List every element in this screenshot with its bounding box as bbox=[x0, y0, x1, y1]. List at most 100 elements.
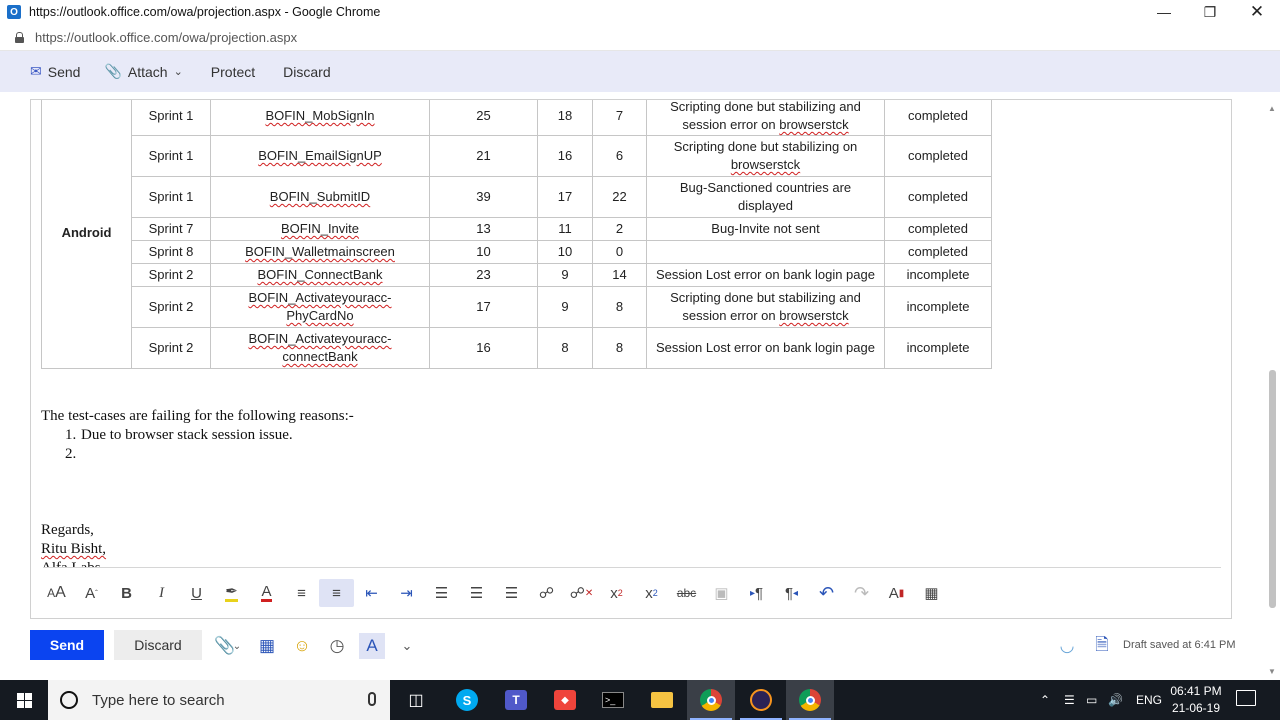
emoji-icon[interactable]: ☺ bbox=[289, 633, 315, 659]
undo-icon[interactable]: ↶ bbox=[809, 579, 844, 607]
ltr-icon[interactable]: ▸ ¶ bbox=[739, 579, 774, 607]
decrease-indent-icon[interactable]: ⇤ bbox=[354, 579, 389, 607]
scroll-down-icon[interactable]: ▼ bbox=[1268, 667, 1276, 676]
network-icon[interactable]: ☰ bbox=[1064, 680, 1075, 720]
total-cell-text: 39 bbox=[476, 189, 491, 204]
scrollbar-thumb[interactable] bbox=[1269, 370, 1276, 608]
clock[interactable]: 06:41 PM 21-06-19 bbox=[1166, 683, 1226, 717]
highlight-icon[interactable]: ✒ bbox=[214, 579, 249, 607]
font-size-icon[interactable]: AA bbox=[39, 579, 74, 607]
message-intro[interactable]: The test-cases are failing for the follo… bbox=[41, 408, 354, 425]
scroll-up-icon[interactable]: ▲ bbox=[1268, 104, 1276, 113]
platform-group-cell: Android bbox=[41, 100, 132, 369]
fail-cell-text: 6 bbox=[615, 148, 624, 163]
chrome-icon-2[interactable] bbox=[786, 680, 834, 720]
start-button[interactable] bbox=[0, 680, 48, 720]
bold-icon[interactable]: B bbox=[109, 579, 144, 607]
skype-icon[interactable]: S bbox=[443, 680, 491, 720]
minimize-icon[interactable]: — bbox=[1141, 0, 1187, 24]
teams-icon[interactable]: T bbox=[492, 680, 540, 720]
calendar-icon[interactable]: ◷ bbox=[324, 633, 350, 659]
draft-status: Draft saved at 6:41 PM bbox=[1123, 639, 1236, 651]
rtl-icon[interactable]: ¶ ◂ bbox=[774, 579, 809, 607]
remarks-line2: session error on bbox=[682, 117, 780, 132]
sprint-cell-text: Sprint 1 bbox=[148, 189, 194, 204]
insert-image-icon[interactable]: ▣ bbox=[704, 579, 739, 607]
format-text-icon[interactable]: A bbox=[359, 633, 385, 659]
insert-picture-icon[interactable]: ▦ bbox=[254, 633, 280, 659]
pass-cell-text: 11 bbox=[558, 221, 572, 236]
redo-icon[interactable]: ↷ bbox=[844, 579, 879, 607]
testcase-name-cell-text: BOFIN_MobSignIn bbox=[265, 108, 375, 123]
send-command[interactable]: ✉ Send bbox=[22, 57, 88, 87]
remarks-line1: Scripting done but stabilizing and bbox=[670, 99, 861, 114]
signer-name[interactable]: Ritu Bisht, bbox=[41, 541, 106, 558]
taskbar-search[interactable]: Type here to search bbox=[48, 680, 390, 720]
anydesk-icon[interactable]: ◆ bbox=[541, 680, 589, 720]
protect-command[interactable]: Protect bbox=[203, 57, 263, 87]
toolbar-divider bbox=[43, 567, 1221, 568]
show-hidden-icons[interactable]: ⌃ bbox=[1040, 680, 1050, 720]
fail-cell-text: 22 bbox=[612, 189, 627, 204]
strikethrough-icon[interactable]: abc bbox=[669, 579, 704, 607]
protect-command-label: Protect bbox=[210, 63, 256, 80]
closing[interactable]: Regards, bbox=[41, 522, 94, 539]
remove-link-icon[interactable]: ☍ ✕ bbox=[564, 579, 599, 607]
chevron-down-icon: ⌄ bbox=[173, 66, 183, 78]
bullets-icon[interactable]: ≡ bbox=[284, 579, 319, 607]
attach-command[interactable]: 📎 Attach ⌄ bbox=[96, 57, 190, 87]
numbering-icon[interactable]: ≡ bbox=[319, 579, 354, 607]
underline-icon[interactable]: U bbox=[179, 579, 214, 607]
address-bar[interactable]: https://outlook.office.com/owa/projectio… bbox=[0, 24, 1280, 51]
subscript-icon[interactable]: x2 bbox=[634, 579, 669, 607]
align-right-icon[interactable]: ☰ bbox=[494, 579, 529, 607]
increase-indent-icon[interactable]: ⇥ bbox=[389, 579, 424, 607]
testcase-name-cell-text: BOFIN_SubmitID bbox=[269, 189, 371, 204]
microphone-icon[interactable] bbox=[368, 692, 376, 706]
terminal-icon[interactable]: >_ bbox=[589, 680, 637, 720]
search-placeholder[interactable]: Type here to search bbox=[92, 692, 225, 709]
total-cell: 13 bbox=[429, 217, 538, 241]
clear-format-icon[interactable]: A ▮ bbox=[879, 579, 914, 607]
remarks-spell-word: browserstck bbox=[730, 157, 801, 172]
language-indicator[interactable]: ENG bbox=[1136, 680, 1162, 720]
table-row: Sprint 8 BOFIN_Walletmainscreen 10 10 0 compl… bbox=[42, 240, 992, 264]
attach-chevron-icon[interactable]: ⌄ bbox=[230, 633, 244, 659]
table-row: Sprint 7 BOFIN_Invite 13 11 2 Bug-Invite not … bbox=[42, 217, 992, 241]
restore-icon[interactable]: ❐ bbox=[1187, 0, 1233, 24]
fail-cell: 14 bbox=[592, 263, 647, 287]
fail-cell-text: 14 bbox=[612, 267, 627, 282]
url-text[interactable]: https://outlook.office.com/owa/projectio… bbox=[35, 30, 297, 45]
font-color-icon[interactable]: A bbox=[249, 579, 284, 607]
chrome-icon[interactable] bbox=[687, 680, 735, 720]
insert-link-icon[interactable]: ☍ bbox=[529, 579, 564, 607]
grow-font-icon[interactable]: Aˆ bbox=[74, 579, 109, 607]
sprint-cell: Sprint 1 bbox=[131, 100, 211, 136]
more-options-icon[interactable]: ⌄ bbox=[394, 633, 420, 659]
eclipse-icon[interactable] bbox=[737, 680, 785, 720]
superscript-icon[interactable]: x2 bbox=[599, 579, 634, 607]
total-cell-text: 23 bbox=[476, 267, 491, 282]
send-icon: ✉ bbox=[30, 63, 42, 79]
task-view-icon[interactable]: ◫ bbox=[392, 680, 440, 720]
table-icon[interactable]: ▦ bbox=[914, 579, 949, 607]
file-explorer-icon[interactable] bbox=[638, 680, 686, 720]
notifications-icon[interactable] bbox=[1236, 690, 1256, 706]
send-button[interactable]: Send bbox=[30, 630, 104, 660]
volume-icon[interactable]: 🔊 bbox=[1108, 680, 1123, 720]
close-icon[interactable]: ✕ bbox=[1234, 0, 1280, 24]
align-left-icon[interactable]: ☰ bbox=[424, 579, 459, 607]
discard-command[interactable]: Discard bbox=[275, 57, 338, 87]
reason-1[interactable]: Due to browser stack session issue. bbox=[81, 427, 293, 444]
battery-icon[interactable]: ▭ bbox=[1086, 680, 1097, 720]
discard-button[interactable]: Discard bbox=[114, 630, 202, 660]
command-bar: ✉ Send 📎 Attach ⌄ Protect Discard bbox=[0, 51, 1280, 92]
total-cell-text: 21 bbox=[476, 148, 491, 163]
total-cell: 16 bbox=[429, 327, 538, 369]
pass-cell: 16 bbox=[537, 135, 593, 177]
remarks-cell: Session Lost error on bank login page bbox=[646, 327, 885, 369]
scrollbar[interactable]: ▲ ▼ bbox=[1265, 92, 1280, 680]
align-center-icon[interactable]: ☰ bbox=[459, 579, 494, 607]
compose-body[interactable]: Android Sprint 1 BOFIN_MobSignIn 25 18 7 Scrip… bbox=[30, 99, 1232, 619]
italic-icon[interactable]: I bbox=[144, 579, 179, 607]
